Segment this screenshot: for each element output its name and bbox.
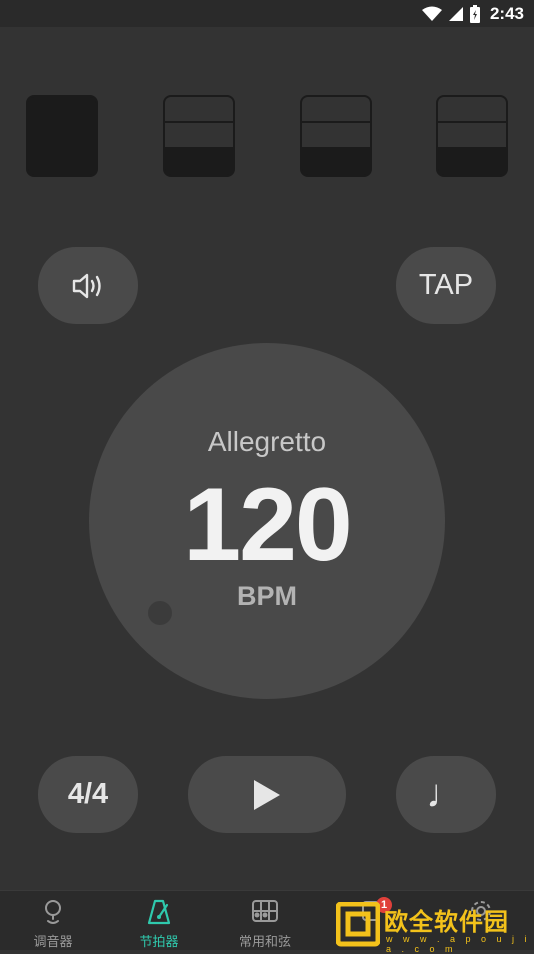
tempo-dial[interactable]: Allegretto 120 BPM [89,343,445,699]
watermark-logo-icon [336,902,380,947]
battery-icon [469,4,480,23]
watermark-url: w w w . a p o u j i a . c o m [386,934,531,954]
nav-label-tuner: 调音器 [33,934,73,949]
status-bar: 2:43 [0,0,534,27]
beat-indicator-4[interactable] [436,95,508,177]
metronome-icon [147,899,171,925]
chord-icon [252,900,278,922]
signal-icon [448,6,463,21]
dial-knob[interactable] [148,601,172,625]
watermark: 欧全软件园 w w w . a p o u j i a . c o m [336,900,532,954]
beat-indicator-1[interactable] [26,95,98,177]
bpm-unit: BPM [237,581,297,611]
note-value-button[interactable]: ♩ [396,756,496,833]
nav-label-metronome: 节拍器 [139,934,179,949]
status-icons: 2:43 [421,3,524,24]
nav-item-chords[interactable]: 常用和弦 [212,891,318,951]
speaker-icon [72,273,101,298]
tuner-icon [45,900,61,924]
tap-tempo-button[interactable]: TAP [396,247,496,324]
bpm-value: 120 [183,467,353,583]
play-button[interactable] [188,756,346,833]
tempo-name: Allegretto [207,426,327,457]
time-signature-button[interactable]: 4/4 [38,756,138,833]
nav-item-tuner[interactable]: 调音器 [0,891,106,951]
status-time: 2:43 [489,3,524,23]
nav-label-chords: 常用和弦 [238,934,291,949]
beat-indicator-3[interactable] [300,95,372,177]
watermark-text: 欧全软件园 [384,909,509,936]
wifi-icon [421,6,442,21]
sound-toggle-button[interactable] [38,247,138,324]
beat-indicator-2[interactable] [163,95,235,177]
nav-item-metronome[interactable]: 节拍器 [106,891,212,951]
play-icon [254,779,280,810]
